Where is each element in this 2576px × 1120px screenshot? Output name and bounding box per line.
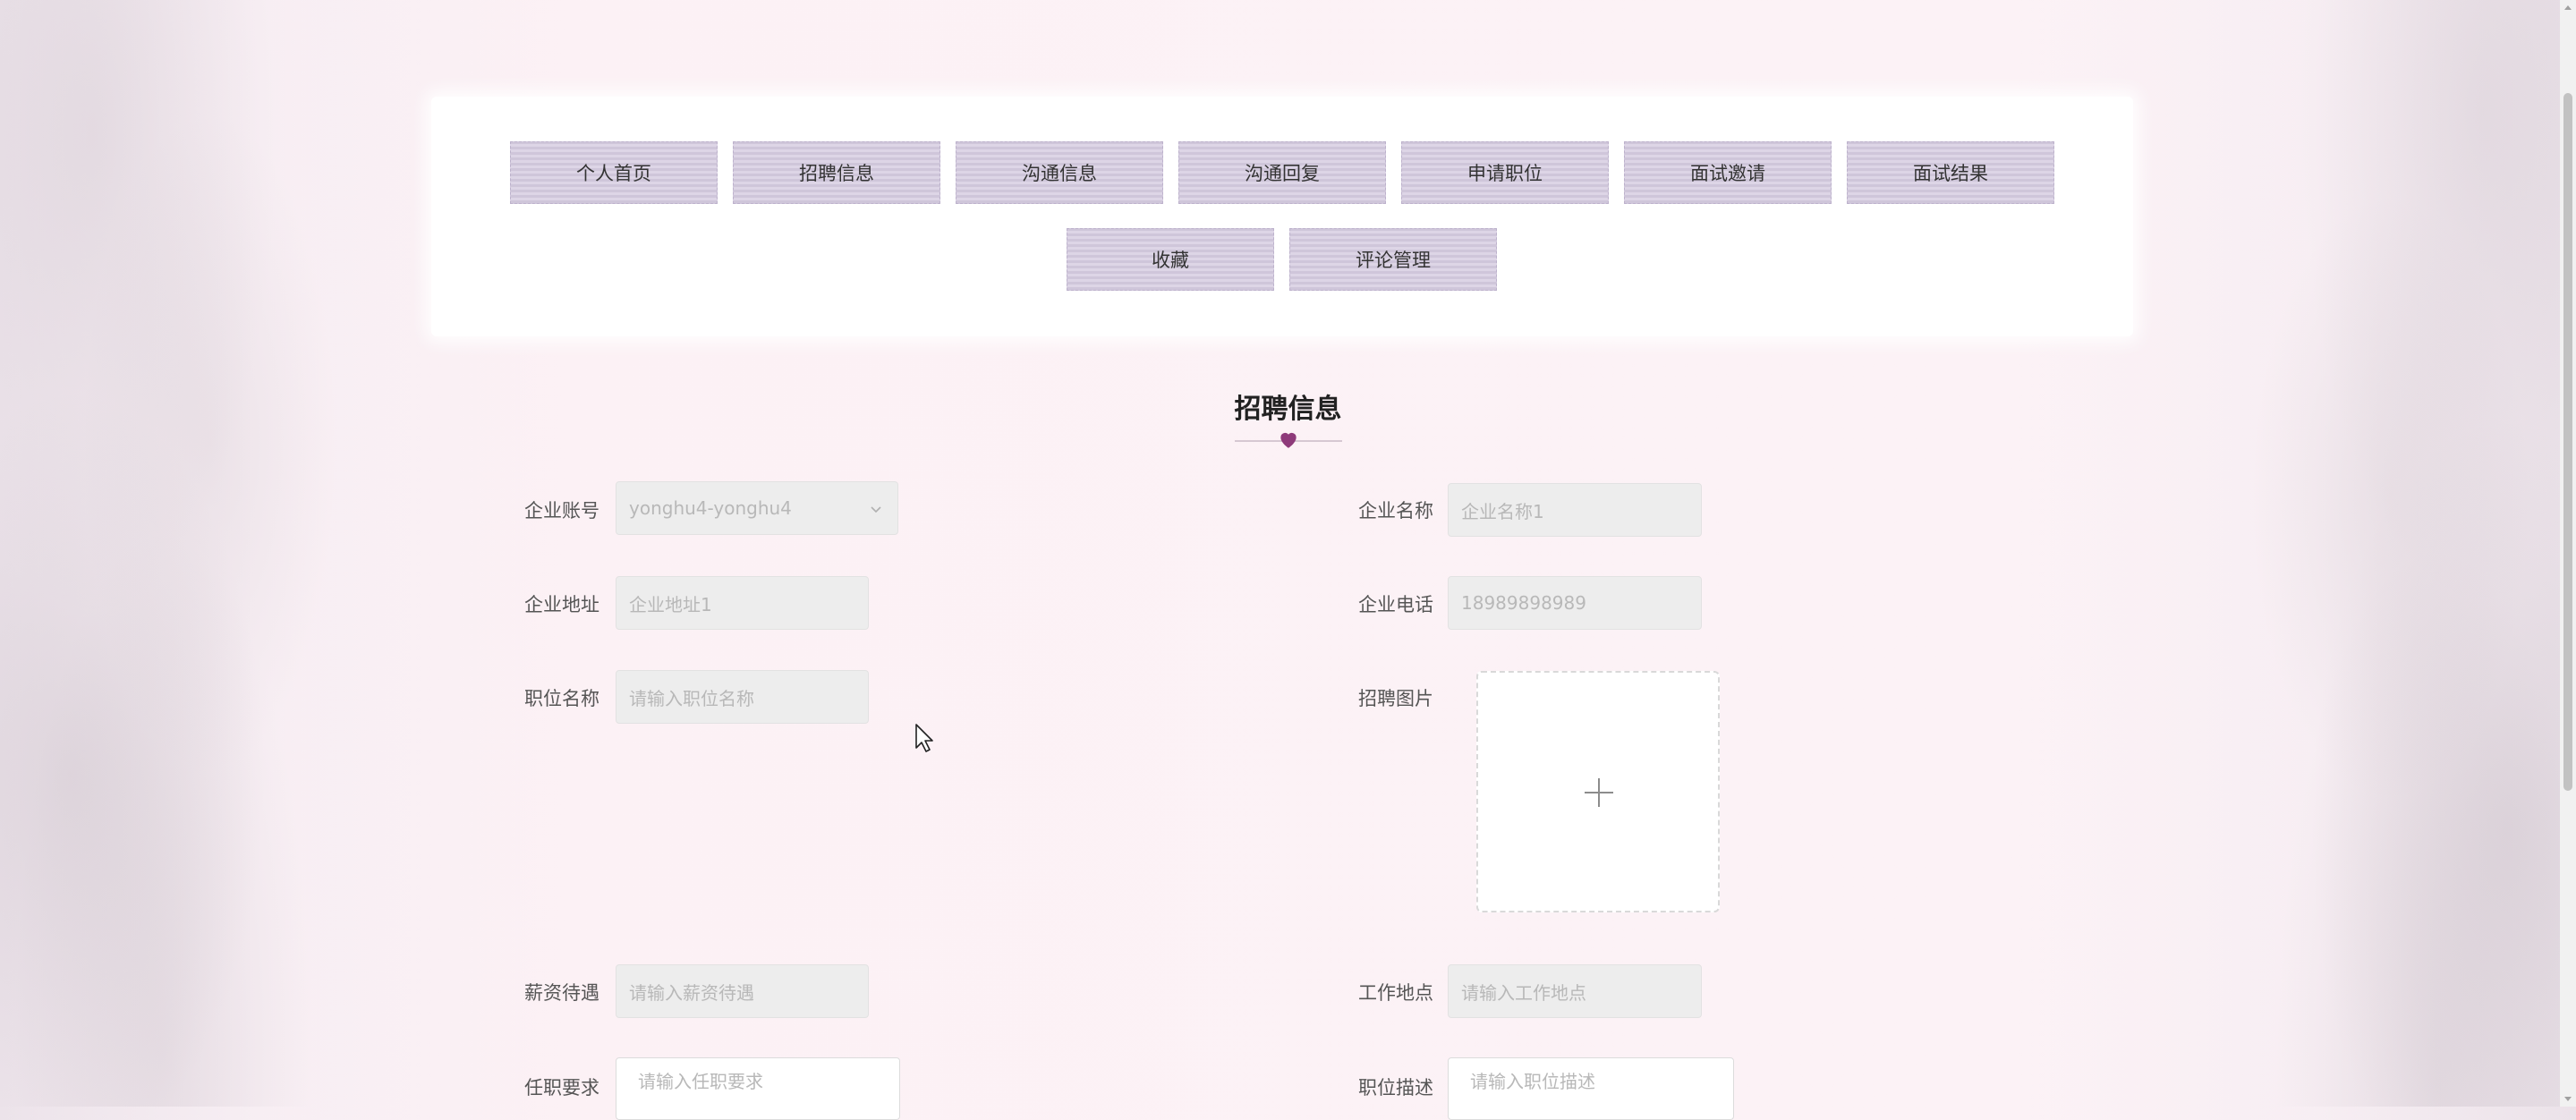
page-scrollbar[interactable] [2560, 0, 2576, 1107]
nav-item-favorites[interactable]: 收藏 [1067, 228, 1274, 291]
requirements-textarea[interactable]: 请输入任职要求 [616, 1057, 900, 1120]
nav-item-comments[interactable]: 评论管理 [1289, 228, 1497, 291]
nav-item-interview-result[interactable]: 面试结果 [1847, 141, 2054, 204]
company-phone-field[interactable]: 18989898989 [1448, 576, 1702, 630]
nav-item-communication[interactable]: 沟通信息 [956, 141, 1163, 204]
company-account-select[interactable]: yonghu4-yonghu4 [616, 481, 898, 535]
company-account-value: yonghu4-yonghu4 [629, 497, 792, 519]
nav-item-reply[interactable]: 沟通回复 [1178, 141, 1386, 204]
image-upload-box[interactable] [1476, 671, 1720, 912]
mouse-cursor-icon [915, 724, 933, 752]
company-name-field[interactable]: 企业名称1 [1448, 483, 1702, 537]
floral-background-left [0, 0, 465, 1107]
work-location-label: 工作地点 [1358, 982, 1433, 1004]
chevron-down-icon [871, 506, 881, 513]
plus-icon [1585, 778, 1613, 807]
position-name-field[interactable]: 请输入职位名称 [616, 670, 869, 724]
recruit-image-label: 招聘图片 [1358, 688, 1433, 709]
nav-item-apply[interactable]: 申请职位 [1401, 141, 1609, 204]
heart-icon [1280, 432, 1297, 448]
requirements-label: 任职要求 [524, 1077, 599, 1099]
salary-field[interactable]: 请输入薪资待遇 [616, 964, 869, 1018]
nav-panel: 个人首页 招聘信息 沟通信息 沟通回复 申请职位 面试邀请 面试结果 收藏 评论… [431, 97, 2133, 336]
job-description-label: 职位描述 [1358, 1077, 1433, 1099]
position-name-label: 职位名称 [524, 688, 599, 709]
nav-item-home[interactable]: 个人首页 [510, 141, 718, 204]
scroll-up-arrow-icon[interactable] [2564, 5, 2572, 10]
nav-item-recruitment[interactable]: 招聘信息 [733, 141, 940, 204]
company-name-label: 企业名称 [1358, 500, 1433, 522]
company-address-field[interactable]: 企业地址1 [616, 576, 869, 630]
page-title: 招聘信息 [1234, 394, 1342, 425]
nav-item-interview-invite[interactable]: 面试邀请 [1624, 141, 1832, 204]
job-description-textarea[interactable]: 请输入职位描述 [1448, 1057, 1734, 1120]
salary-label: 薪资待遇 [524, 982, 599, 1004]
company-account-label: 企业账号 [524, 500, 599, 522]
company-phone-label: 企业电话 [1358, 594, 1433, 615]
work-location-field[interactable]: 请输入工作地点 [1448, 964, 1702, 1018]
floral-background-right [2111, 0, 2576, 1107]
scroll-down-arrow-icon[interactable] [2564, 1097, 2572, 1101]
scrollbar-thumb[interactable] [2563, 93, 2572, 791]
company-address-label: 企业地址 [524, 594, 599, 615]
